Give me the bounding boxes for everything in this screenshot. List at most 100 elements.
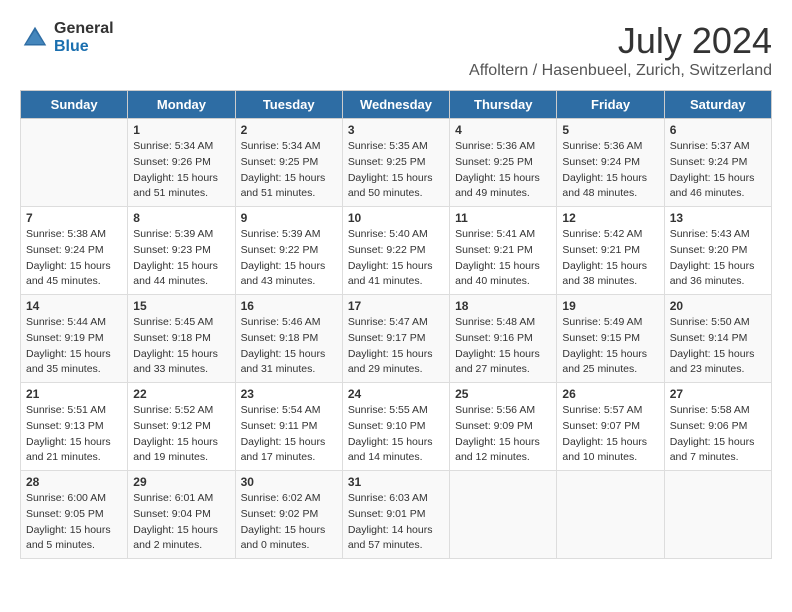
calendar-day-cell: 19 Sunrise: 5:49 AM Sunset: 9:15 PM Dayli…	[557, 295, 664, 383]
day-number: 18	[455, 299, 551, 313]
calendar-day-cell	[664, 471, 771, 559]
day-number: 24	[348, 387, 444, 401]
days-of-week-row: SundayMondayTuesdayWednesdayThursdayFrid…	[21, 91, 772, 119]
calendar-day-cell: 7 Sunrise: 5:38 AM Sunset: 9:24 PM Daylig…	[21, 207, 128, 295]
day-of-week-header: Friday	[557, 91, 664, 119]
day-info: Sunrise: 5:35 AM Sunset: 9:25 PM Dayligh…	[348, 139, 444, 202]
day-info: Sunrise: 5:56 AM Sunset: 9:09 PM Dayligh…	[455, 403, 551, 466]
day-info: Sunrise: 5:51 AM Sunset: 9:13 PM Dayligh…	[26, 403, 122, 466]
day-number: 1	[133, 123, 229, 137]
day-number: 16	[241, 299, 337, 313]
calendar-day-cell: 21 Sunrise: 5:51 AM Sunset: 9:13 PM Dayli…	[21, 383, 128, 471]
calendar-day-cell: 22 Sunrise: 5:52 AM Sunset: 9:12 PM Dayli…	[128, 383, 235, 471]
logo-text: General Blue	[54, 20, 114, 55]
day-info: Sunrise: 5:34 AM Sunset: 9:26 PM Dayligh…	[133, 139, 229, 202]
day-info: Sunrise: 6:01 AM Sunset: 9:04 PM Dayligh…	[133, 491, 229, 554]
day-number: 19	[562, 299, 658, 313]
day-number: 25	[455, 387, 551, 401]
day-number: 3	[348, 123, 444, 137]
calendar-day-cell: 24Sunrise: 5:55 AM Sunset: 9:10 PM Dayli…	[342, 383, 449, 471]
day-info: Sunrise: 6:02 AM Sunset: 9:02 PM Dayligh…	[241, 491, 337, 554]
calendar-table: SundayMondayTuesdayWednesdayThursdayFrid…	[20, 90, 772, 559]
calendar-day-cell: 10 Sunrise: 5:40 AM Sunset: 9:22 PM Dayli…	[342, 207, 449, 295]
day-info: Sunrise: 5:49 AM Sunset: 9:15 PM Dayligh…	[562, 315, 658, 378]
calendar-day-cell: 18 Sunrise: 5:48 AM Sunset: 9:16 PM Dayli…	[450, 295, 557, 383]
calendar-day-cell: 9 Sunrise: 5:39 AM Sunset: 9:22 PM Daylig…	[235, 207, 342, 295]
day-info: Sunrise: 5:43 AM Sunset: 9:20 PM Dayligh…	[670, 227, 766, 290]
calendar-day-cell: 4Sunrise: 5:36 AM Sunset: 9:25 PM Daylig…	[450, 119, 557, 207]
calendar-day-cell: 11 Sunrise: 5:41 AM Sunset: 9:21 PM Dayli…	[450, 207, 557, 295]
calendar-week-row: 28Sunrise: 6:00 AM Sunset: 9:05 PM Dayli…	[21, 471, 772, 559]
day-number: 20	[670, 299, 766, 313]
calendar-day-cell: 6Sunrise: 5:37 AM Sunset: 9:24 PM Daylig…	[664, 119, 771, 207]
day-number: 9	[241, 211, 337, 225]
day-number: 27	[670, 387, 766, 401]
day-of-week-header: Thursday	[450, 91, 557, 119]
day-info: Sunrise: 5:36 AM Sunset: 9:25 PM Dayligh…	[455, 139, 551, 202]
logo-blue-text: Blue	[54, 38, 114, 56]
day-info: Sunrise: 5:57 AM Sunset: 9:07 PM Dayligh…	[562, 403, 658, 466]
calendar-day-cell: 3 Sunrise: 5:35 AM Sunset: 9:25 PM Daylig…	[342, 119, 449, 207]
calendar-week-row: 7 Sunrise: 5:38 AM Sunset: 9:24 PM Daylig…	[21, 207, 772, 295]
calendar-day-cell: 13 Sunrise: 5:43 AM Sunset: 9:20 PM Dayli…	[664, 207, 771, 295]
day-info: Sunrise: 5:48 AM Sunset: 9:16 PM Dayligh…	[455, 315, 551, 378]
day-number: 30	[241, 475, 337, 489]
day-of-week-header: Monday	[128, 91, 235, 119]
day-info: Sunrise: 5:52 AM Sunset: 9:12 PM Dayligh…	[133, 403, 229, 466]
day-number: 2	[241, 123, 337, 137]
day-number: 13	[670, 211, 766, 225]
day-info: Sunrise: 5:42 AM Sunset: 9:21 PM Dayligh…	[562, 227, 658, 290]
day-of-week-header: Tuesday	[235, 91, 342, 119]
day-number: 26	[562, 387, 658, 401]
logo: General Blue	[20, 20, 114, 55]
day-info: Sunrise: 6:00 AM Sunset: 9:05 PM Dayligh…	[26, 491, 122, 554]
calendar-day-cell: 31Sunrise: 6:03 AM Sunset: 9:01 PM Dayli…	[342, 471, 449, 559]
main-title: July 2024	[469, 20, 772, 62]
day-info: Sunrise: 5:44 AM Sunset: 9:19 PM Dayligh…	[26, 315, 122, 378]
day-info: Sunrise: 5:36 AM Sunset: 9:24 PM Dayligh…	[562, 139, 658, 202]
day-info: Sunrise: 5:37 AM Sunset: 9:24 PM Dayligh…	[670, 139, 766, 202]
day-number: 21	[26, 387, 122, 401]
calendar-day-cell: 12 Sunrise: 5:42 AM Sunset: 9:21 PM Dayli…	[557, 207, 664, 295]
calendar-day-cell: 5Sunrise: 5:36 AM Sunset: 9:24 PM Daylig…	[557, 119, 664, 207]
day-info: Sunrise: 5:39 AM Sunset: 9:23 PM Dayligh…	[133, 227, 229, 290]
calendar-day-cell	[557, 471, 664, 559]
calendar-day-cell: 20 Sunrise: 5:50 AM Sunset: 9:14 PM Dayli…	[664, 295, 771, 383]
day-info: Sunrise: 5:40 AM Sunset: 9:22 PM Dayligh…	[348, 227, 444, 290]
calendar-body: 1 Sunrise: 5:34 AM Sunset: 9:26 PM Daylig…	[21, 119, 772, 559]
location-subtitle: Affoltern / Hasenbueel, Zurich, Switzerl…	[469, 62, 772, 80]
day-of-week-header: Wednesday	[342, 91, 449, 119]
logo-icon	[20, 23, 50, 53]
day-info: Sunrise: 5:34 AM Sunset: 9:25 PM Dayligh…	[241, 139, 337, 202]
calendar-day-cell: 23Sunrise: 5:54 AM Sunset: 9:11 PM Dayli…	[235, 383, 342, 471]
day-number: 7	[26, 211, 122, 225]
day-number: 11	[455, 211, 551, 225]
day-number: 14	[26, 299, 122, 313]
calendar-day-cell: 16Sunrise: 5:46 AM Sunset: 9:18 PM Dayli…	[235, 295, 342, 383]
calendar-day-cell: 29 Sunrise: 6:01 AM Sunset: 9:04 PM Dayli…	[128, 471, 235, 559]
day-info: Sunrise: 5:50 AM Sunset: 9:14 PM Dayligh…	[670, 315, 766, 378]
day-number: 23	[241, 387, 337, 401]
calendar-day-cell: 26 Sunrise: 5:57 AM Sunset: 9:07 PM Dayli…	[557, 383, 664, 471]
calendar-week-row: 1 Sunrise: 5:34 AM Sunset: 9:26 PM Daylig…	[21, 119, 772, 207]
calendar-day-cell: 8Sunrise: 5:39 AM Sunset: 9:23 PM Daylig…	[128, 207, 235, 295]
day-info: Sunrise: 5:39 AM Sunset: 9:22 PM Dayligh…	[241, 227, 337, 290]
day-info: Sunrise: 5:58 AM Sunset: 9:06 PM Dayligh…	[670, 403, 766, 466]
day-number: 15	[133, 299, 229, 313]
calendar-day-cell: 14 Sunrise: 5:44 AM Sunset: 9:19 PM Dayli…	[21, 295, 128, 383]
day-number: 31	[348, 475, 444, 489]
day-number: 29	[133, 475, 229, 489]
calendar-header: SundayMondayTuesdayWednesdayThursdayFrid…	[21, 91, 772, 119]
day-of-week-header: Saturday	[664, 91, 771, 119]
day-number: 12	[562, 211, 658, 225]
calendar-week-row: 14 Sunrise: 5:44 AM Sunset: 9:19 PM Dayli…	[21, 295, 772, 383]
day-info: Sunrise: 5:41 AM Sunset: 9:21 PM Dayligh…	[455, 227, 551, 290]
day-number: 10	[348, 211, 444, 225]
calendar-day-cell: 15Sunrise: 5:45 AM Sunset: 9:18 PM Dayli…	[128, 295, 235, 383]
calendar-day-cell: 30 Sunrise: 6:02 AM Sunset: 9:02 PM Dayli…	[235, 471, 342, 559]
page-header: General Blue July 2024 Affoltern / Hasen…	[20, 20, 772, 80]
day-info: Sunrise: 5:38 AM Sunset: 9:24 PM Dayligh…	[26, 227, 122, 290]
calendar-day-cell	[450, 471, 557, 559]
calendar-day-cell: 1 Sunrise: 5:34 AM Sunset: 9:26 PM Daylig…	[128, 119, 235, 207]
day-number: 22	[133, 387, 229, 401]
